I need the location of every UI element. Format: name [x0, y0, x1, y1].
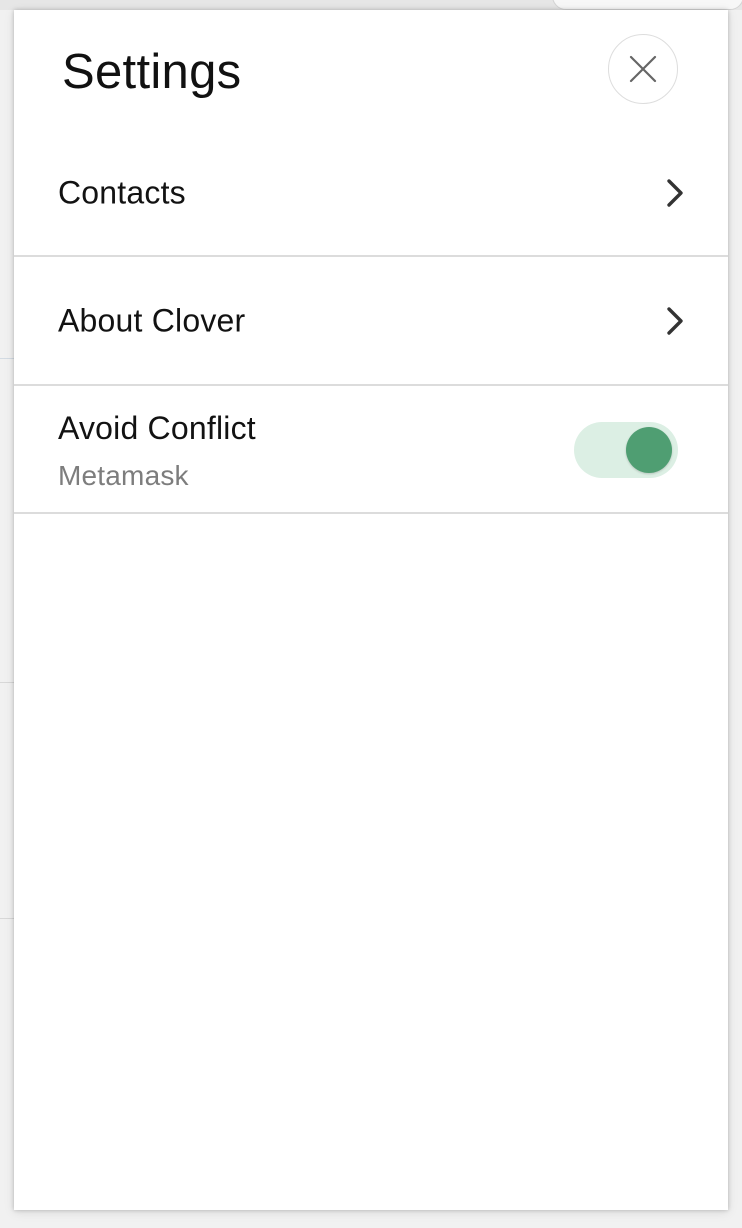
toggle-label: Avoid Conflict	[58, 410, 256, 446]
menu-item-about-clover[interactable]: About Clover	[14, 257, 728, 386]
browser-control	[552, 0, 742, 10]
close-icon	[629, 55, 657, 83]
avoid-conflict-toggle[interactable]	[574, 422, 678, 478]
background-divider	[0, 358, 14, 359]
avoid-conflict-setting: Avoid Conflict Metamask	[14, 386, 728, 514]
menu-item-label: Contacts	[58, 174, 186, 210]
toggle-sublabel: Metamask	[58, 460, 189, 491]
chevron-right-icon	[667, 178, 683, 207]
toggle-knob[interactable]	[626, 427, 672, 473]
page-title: Settings	[62, 45, 242, 99]
settings-panel: Settings Contacts About Clover Avoid Con…	[14, 10, 728, 1210]
settings-header: Settings	[14, 10, 728, 130]
menu-item-contacts[interactable]: Contacts	[14, 130, 728, 257]
menu-item-label: About Clover	[58, 302, 246, 338]
chevron-right-icon	[667, 306, 683, 335]
close-button[interactable]	[608, 34, 678, 104]
background-divider	[0, 682, 14, 683]
background-divider	[0, 918, 14, 919]
